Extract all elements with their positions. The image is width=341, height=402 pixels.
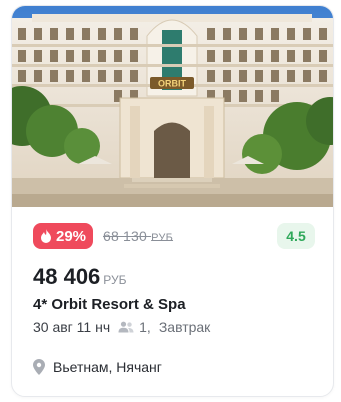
discount-value: 29%: [55, 227, 87, 245]
hotel-photo: ORBIT: [12, 6, 333, 207]
location-text: Вьетнам, Нячанг: [53, 359, 162, 375]
trip-details: 30 авг 11 нч 1, Завтрак: [33, 319, 210, 335]
hotel-sign-text: ORBIT: [158, 79, 187, 89]
hotel-name[interactable]: 4* Orbit Resort & Spa: [33, 296, 186, 313]
price-currency: РУБ: [103, 273, 127, 287]
old-price-currency: РУБ: [151, 232, 174, 244]
map-pin-icon: [33, 359, 45, 375]
meal-plan: Завтрак: [158, 319, 211, 335]
guests-count: 1,: [139, 319, 151, 335]
rating-badge: 4.5: [277, 223, 315, 249]
current-price: 48 406 РУБ: [33, 264, 127, 290]
hotel-offer-card[interactable]: ORBIT 29% 68 130 РУБ 4.5 48 406 РУБ 4* O…: [11, 5, 334, 397]
discount-badge: 29%: [33, 223, 93, 249]
old-price-value: 68 130: [103, 228, 148, 244]
people-icon: [118, 321, 134, 333]
price-badges: 29% 68 130 РУБ 4.5: [33, 223, 315, 249]
old-price: 68 130 РУБ: [103, 228, 173, 244]
price-value: 48 406: [33, 264, 101, 289]
location: Вьетнам, Нячанг: [33, 359, 162, 375]
guests-info: 1,: [118, 319, 151, 335]
date-nights: 30 авг 11 нч: [33, 319, 111, 335]
flame-icon: [40, 229, 51, 243]
